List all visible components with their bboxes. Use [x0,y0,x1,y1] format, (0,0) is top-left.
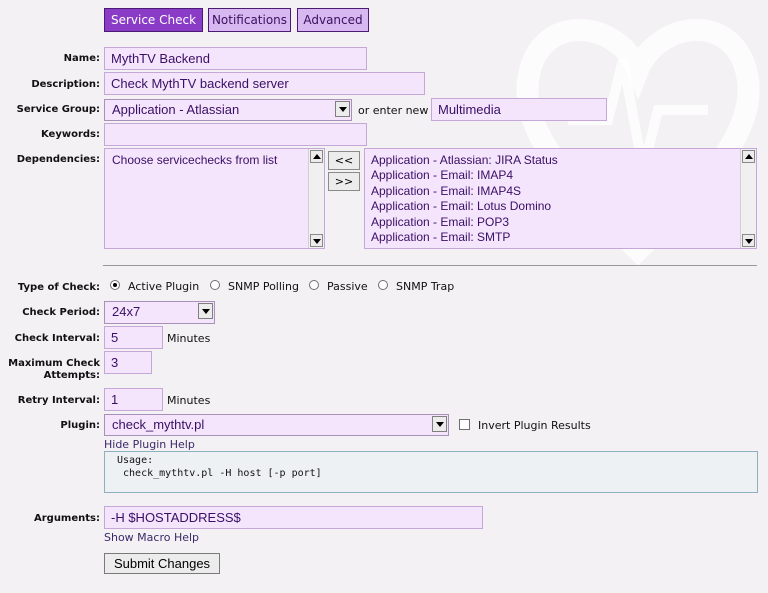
radio-snmp-trap[interactable] [378,280,388,290]
scroll-down-icon[interactable] [310,234,323,247]
retry-interval-label: Retry Interval: [17,395,100,406]
retry-interval-input[interactable]: 1 [104,388,163,411]
invert-plugin-checkbox[interactable] [459,419,470,430]
max-attempts-label-line2: Attempts: [43,370,100,381]
service-group-selected: Application - Atlassian [112,102,240,117]
radio-snmp-polling[interactable] [210,280,220,290]
chevron-down-icon[interactable] [432,416,447,432]
check-interval-input[interactable]: 5 [104,326,163,349]
radio-passive-label: Passive [327,280,368,293]
tab-notifications[interactable]: Notifications [208,8,291,32]
list-item[interactable]: Choose servicechecks from list [112,153,277,167]
description-label: Description: [31,79,100,90]
name-input[interactable]: MythTV Backend [104,47,367,70]
scrollbar[interactable] [308,149,324,248]
hide-plugin-help-link[interactable]: Hide Plugin Help [104,438,195,451]
dependencies-available-list[interactable]: Application - Atlassian: JIRA Status App… [364,148,757,249]
keywords-label: Keywords: [40,129,100,140]
arguments-input[interactable]: -H $HOSTADDRESS$ [104,506,483,529]
keywords-input[interactable] [104,123,367,146]
list-item[interactable]: Application - Email: POP3 [371,215,509,229]
or-enter-new-label: or enter new [358,104,429,117]
chevron-down-icon[interactable] [335,101,350,117]
radio-passive[interactable] [309,280,319,290]
check-interval-label: Check Interval: [14,333,100,344]
check-period-selected: 24x7 [112,304,141,319]
tab-service-check[interactable]: Service Check [104,8,203,32]
radio-snmp-polling-label: SNMP Polling [228,280,299,293]
radio-active-plugin-label: Active Plugin [128,280,200,293]
invert-plugin-label: Invert Plugin Results [478,419,591,432]
check-period-label: Check Period: [22,307,100,318]
check-interval-unit: Minutes [167,332,211,345]
move-left-button[interactable]: << [328,151,360,170]
tab-advanced[interactable]: Advanced [297,8,369,32]
section-divider [103,265,757,266]
new-service-group-input[interactable]: Multimedia [431,98,607,121]
show-macro-help-link[interactable]: Show Macro Help [104,531,199,544]
plugin-help-line: check_mythtv.pl -H host [-p port] [117,468,322,479]
radio-snmp-trap-label: SNMP Trap [396,280,455,293]
list-item[interactable]: Application - Email: IMAP4S [371,184,521,198]
retry-interval-unit: Minutes [167,394,211,407]
max-attempts-input[interactable]: 3 [104,351,152,374]
list-item[interactable]: Application - Email: SMTP [371,230,510,244]
submit-changes-button[interactable]: Submit Changes [104,553,220,574]
description-input[interactable]: Check MythTV backend server [104,72,425,95]
plugin-selected: check_mythtv.pl [112,417,205,432]
list-item[interactable]: Application - Email: Lotus Domino [371,199,551,213]
scroll-up-icon[interactable] [742,150,755,163]
move-right-button[interactable]: >> [328,172,360,191]
arguments-label: Arguments: [33,513,100,524]
scrollbar[interactable] [740,149,756,248]
dependencies-selected-list[interactable]: Choose servicechecks from list [104,148,325,249]
dependencies-label: Dependencies: [16,154,100,165]
service-group-label: Service Group: [16,104,100,115]
scroll-up-icon[interactable] [310,150,323,163]
list-item[interactable]: Application - Atlassian: JIRA Status [371,153,558,167]
chevron-down-icon[interactable] [198,303,213,319]
plugin-label: Plugin: [60,420,100,431]
plugin-help-line: Usage: [117,455,154,466]
max-attempts-label-line1: Maximum Check [8,358,100,369]
check-period-select[interactable]: 24x7 [104,301,215,324]
list-item[interactable]: Application - Email: IMAP4 [371,168,513,182]
plugin-select[interactable]: check_mythtv.pl [104,414,449,436]
plugin-help-box: Usage: check_mythtv.pl -H host [-p port] [104,451,758,493]
name-label: Name: [63,53,100,64]
type-of-check-label: Type of Check: [17,282,100,293]
max-attempts-label: Maximum Check Attempts: [8,358,100,382]
service-group-select[interactable]: Application - Atlassian [104,99,352,121]
radio-active-plugin[interactable] [110,280,120,290]
scroll-down-icon[interactable] [742,234,755,247]
